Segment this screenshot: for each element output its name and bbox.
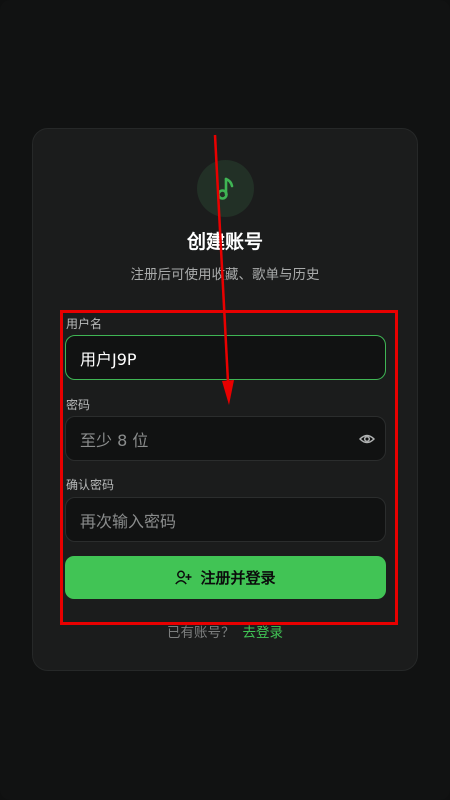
- logo-badge: [197, 160, 254, 217]
- login-link[interactable]: 去登录: [243, 625, 284, 641]
- music-note-icon: [216, 177, 233, 200]
- confirm-password-label: 确认密码: [66, 478, 115, 492]
- register-login-button[interactable]: 注册并登录: [65, 556, 386, 599]
- username-label: 用户名: [66, 317, 103, 331]
- register-card: 创建账号 注册后可使用收藏、歌单与历史 用户名 用户J9P 密码 至少 8 位 …: [32, 128, 418, 671]
- confirm-password-placeholder: 再次输入密码: [80, 511, 177, 531]
- username-input[interactable]: 用户J9P: [65, 335, 386, 380]
- eye-icon[interactable]: [359, 431, 375, 447]
- login-prompt: 已有账号？ 去登录: [33, 621, 417, 641]
- confirm-password-input[interactable]: 再次输入密码: [65, 497, 386, 542]
- password-input[interactable]: 至少 8 位: [65, 416, 386, 461]
- user-plus-icon: [175, 570, 192, 585]
- password-placeholder: 至少 8 位: [80, 430, 149, 450]
- login-prompt-text: 已有账号？: [167, 625, 235, 641]
- password-label: 密码: [66, 398, 91, 412]
- username-value: 用户J9P: [80, 349, 137, 369]
- page-subtitle: 注册后可使用收藏、歌单与历史: [130, 267, 320, 283]
- page-title: 创建账号: [186, 231, 263, 253]
- app-screen: 创建账号 注册后可使用收藏、歌单与历史 用户名 用户J9P 密码 至少 8 位 …: [0, 0, 450, 800]
- register-login-label: 注册并登录: [200, 569, 276, 587]
